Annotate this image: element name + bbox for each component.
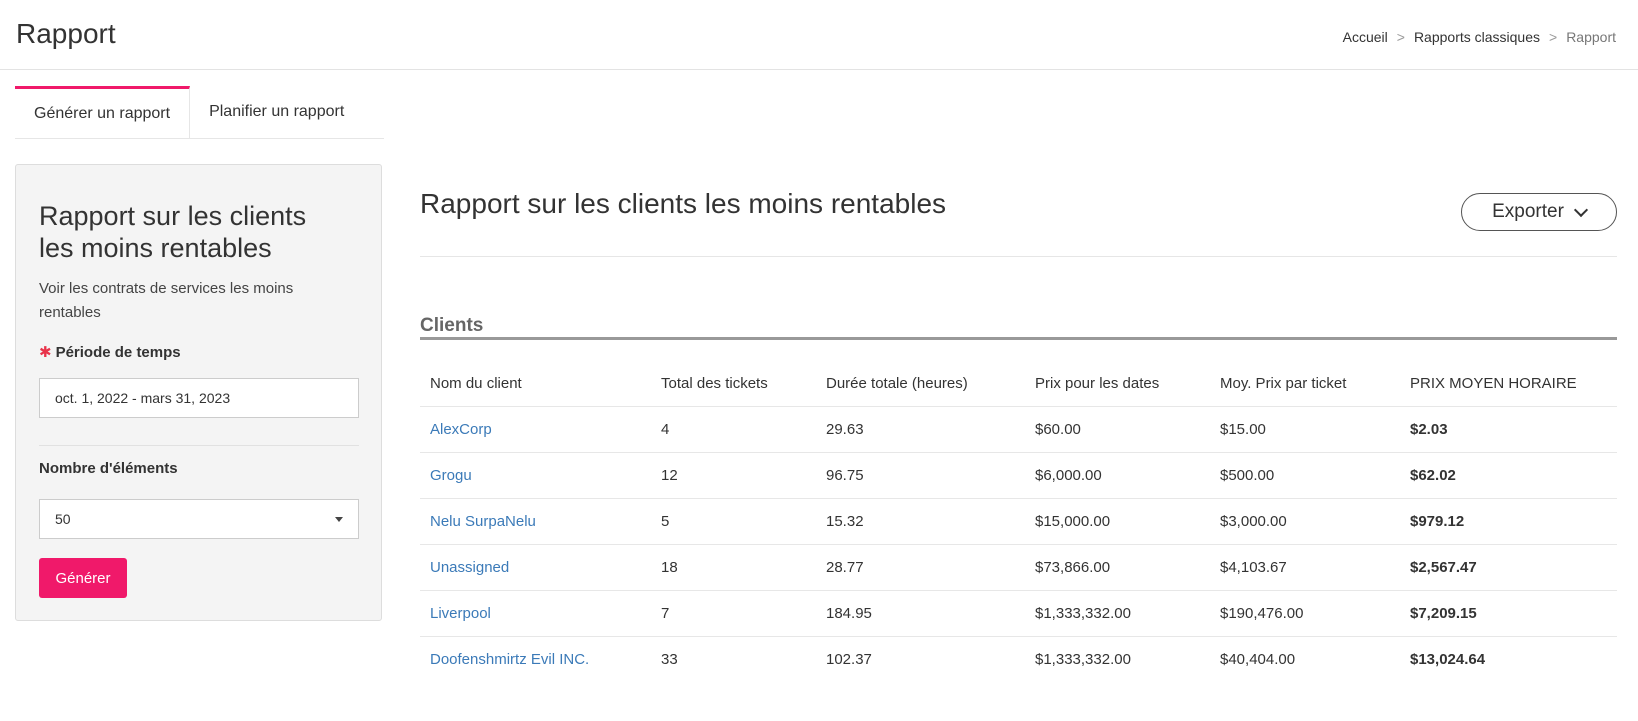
top-bar: Rapport Accueil > Rapports classiques > … [0, 0, 1638, 70]
period-label-text: Période de temps [55, 344, 181, 361]
client-link[interactable]: Grogu [420, 467, 651, 484]
column-header: PRIX MOYEN HORAIRE [1410, 374, 1577, 392]
table-cell: $500.00 [1220, 467, 1275, 484]
table-cell: $2,567.47 [1410, 559, 1477, 576]
chevron-down-icon [1573, 202, 1588, 217]
table-cell: 15.32 [826, 513, 864, 530]
table-cell: 7 [661, 605, 670, 622]
date-range-input[interactable] [39, 378, 359, 418]
table-cell: 33 [661, 651, 678, 668]
breadcrumb-item-home[interactable]: Accueil [1343, 29, 1388, 45]
table-cell: $73,866.00 [1035, 559, 1111, 576]
table-cell: $1,333,332.00 [1035, 651, 1131, 668]
table-cell: 29.63 [826, 421, 864, 438]
report-tabs: Générer un rapport Planifier un rapport [15, 86, 384, 139]
table-row: Doofenshmirtz Evil INC. 33 102.37 $1,333… [420, 637, 1617, 682]
tab-generate-report[interactable]: Générer un rapport [15, 86, 191, 138]
count-select[interactable]: 50 [39, 499, 359, 539]
table-cell: $15.00 [1220, 421, 1266, 438]
client-link[interactable]: Doofenshmirtz Evil INC. [420, 651, 651, 668]
table-cell: 102.37 [826, 651, 872, 668]
column-header: Durée totale (heures) [826, 374, 968, 392]
table-cell: 184.95 [826, 605, 872, 622]
client-link[interactable]: Unassigned [420, 559, 651, 576]
table-row: AlexCorp 4 29.63 $60.00 $15.00 $2.03 [420, 407, 1617, 453]
table-row: Liverpool 7 184.95 $1,333,332.00 $190,47… [420, 591, 1617, 637]
panel-description: Voir les contrats de services les moins … [39, 280, 294, 321]
section-title: Clients [420, 315, 484, 336]
table-cell: $2.03 [1410, 421, 1448, 438]
table-cell: $15,000.00 [1035, 513, 1111, 530]
table-cell: $190,476.00 [1220, 605, 1304, 622]
tab-schedule-report[interactable]: Planifier un rapport [190, 86, 363, 138]
table-cell: $60.00 [1035, 421, 1081, 438]
table-row: Grogu 12 96.75 $6,000.00 $500.00 $62.02 [420, 453, 1617, 499]
client-link[interactable]: AlexCorp [420, 421, 651, 438]
clients-table: Nom du client Total des tickets Durée to… [420, 360, 1617, 682]
table-header-row: Nom du client Total des tickets Durée to… [420, 360, 1617, 407]
table-cell: $62.02 [1410, 467, 1456, 484]
table-cell: 18 [661, 559, 678, 576]
table-row: Unassigned 18 28.77 $73,866.00 $4,103.67… [420, 545, 1617, 591]
period-label: ✱ Période de temps [39, 343, 181, 361]
breadcrumb-item-current: Rapport [1566, 29, 1616, 45]
table-cell: $1,333,332.00 [1035, 605, 1131, 622]
breadcrumb-separator: > [1396, 29, 1405, 45]
column-header: Moy. Prix par ticket [1220, 374, 1347, 392]
column-header: Total des tickets [661, 374, 768, 392]
table-cell: $40,404.00 [1220, 651, 1296, 668]
report-options-panel: Rapport sur les clients les moins rentab… [15, 164, 382, 621]
panel-title: Rapport sur les clients les moins rentab… [39, 201, 307, 263]
column-header: Prix pour les dates [1035, 374, 1160, 392]
table-cell: $3,000.00 [1220, 513, 1287, 530]
divider [39, 445, 359, 446]
client-link[interactable]: Liverpool [420, 605, 651, 622]
table-cell: $13,024.64 [1410, 651, 1486, 668]
caret-down-icon [335, 516, 343, 522]
table-cell: 4 [661, 421, 670, 438]
column-header: Nom du client [430, 374, 522, 392]
generate-button[interactable]: Générer [39, 558, 127, 598]
table-cell: $7,209.15 [1410, 605, 1477, 622]
breadcrumb-separator: > [1549, 29, 1558, 45]
export-button[interactable]: Exporter [1461, 193, 1617, 231]
table-row: Nelu SurpaNelu 5 15.32 $15,000.00 $3,000… [420, 499, 1617, 545]
client-link[interactable]: Nelu SurpaNelu [420, 513, 651, 530]
table-cell: 28.77 [826, 559, 864, 576]
breadcrumb-item-classic-reports[interactable]: Rapports classiques [1414, 29, 1540, 45]
report-title: Rapport sur les clients les moins rentab… [420, 188, 947, 219]
table-cell: $6,000.00 [1035, 467, 1102, 484]
page-title: Rapport [16, 18, 116, 49]
table-cell: $4,103.67 [1220, 559, 1287, 576]
table-cell: 12 [661, 467, 678, 484]
count-label: Nombre d'éléments [39, 460, 178, 477]
export-button-label: Exporter [1492, 201, 1564, 222]
section-underline [420, 337, 1617, 340]
divider [420, 256, 1617, 257]
table-cell: 5 [661, 513, 670, 530]
breadcrumb: Accueil > Rapports classiques > Rapport [1343, 29, 1616, 45]
count-select-value: 50 [55, 511, 71, 527]
table-cell: $979.12 [1410, 513, 1465, 530]
required-marker: ✱ [39, 344, 52, 361]
table-cell: 96.75 [826, 467, 864, 484]
